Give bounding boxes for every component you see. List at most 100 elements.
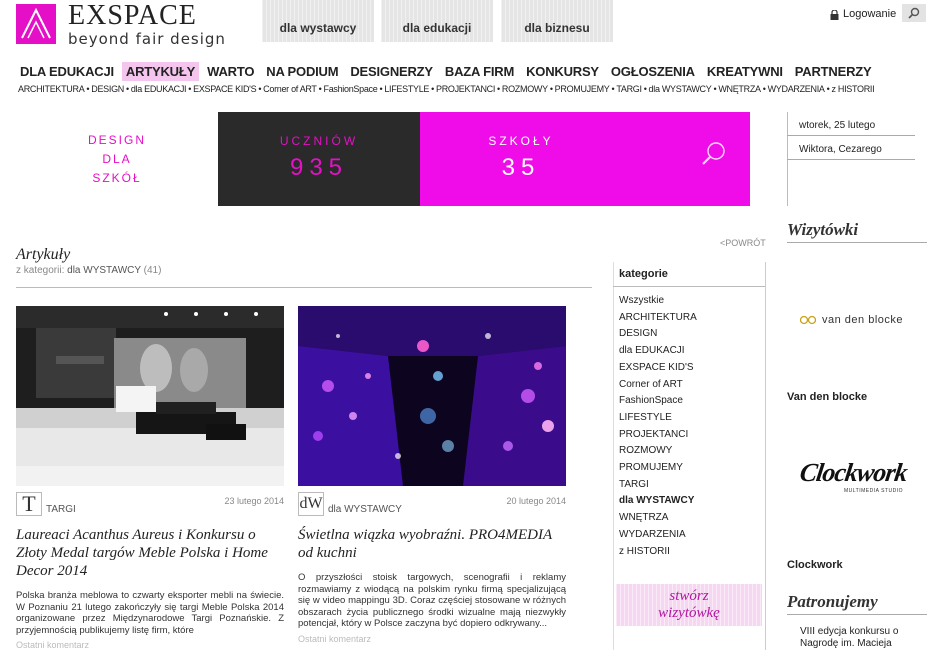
category-item[interactable]: Corner of ART: [619, 377, 759, 394]
top-tab-business[interactable]: dla biznesu: [501, 0, 613, 42]
nav-item-podium[interactable]: NA PODIUM: [262, 62, 342, 81]
subnav-item[interactable]: PROMUJEMY: [555, 84, 610, 94]
students-counter: UCZNIÓW 935: [218, 112, 420, 206]
article-card: dW dla WYSTAWCY 20 lutego 2014 Świetlna …: [298, 306, 566, 644]
brand-name: EXSPACE: [68, 0, 197, 31]
category-item[interactable]: dla WYSTAWCY: [619, 493, 759, 510]
main-nav: DLA EDUKACJI ARTYKUŁY WARTO NA PODIUM DE…: [16, 62, 879, 81]
business-cards-title: Wizytówki: [787, 220, 927, 243]
article-excerpt: O przyszłości stoisk targowych, scenogra…: [298, 572, 566, 629]
article-category[interactable]: dla WYSTAWCY: [328, 504, 402, 515]
article-comments[interactable]: Ostatni komentarz: [298, 634, 566, 644]
back-link[interactable]: <POWRÓT: [720, 238, 766, 248]
category-item[interactable]: dla EDUKACJI: [619, 343, 759, 360]
nav-item-articles[interactable]: ARTYKUŁY: [121, 62, 200, 81]
subnav-item[interactable]: PROJEKTANCI: [436, 84, 495, 94]
site-logo[interactable]: EXSPACE beyond fair design: [16, 0, 236, 48]
category-item[interactable]: z HISTORII: [619, 544, 759, 561]
design-for-schools-banner[interactable]: DESIGN DLA SZKÓŁ: [16, 112, 218, 206]
article-title[interactable]: Świetlna wiązka wyobraźni. PRO4MEDIA od …: [298, 526, 566, 562]
subnav-item[interactable]: WNĘTRZA: [718, 84, 761, 94]
magnifier-icon: [702, 142, 725, 165]
nav-item-companies[interactable]: BAZA FIRM: [441, 62, 518, 81]
nav-item-education[interactable]: DLA EDUKACJI: [16, 62, 118, 81]
category-filter-info: z kategorii: dla WYSTAWCY (41): [16, 265, 162, 276]
category-item[interactable]: WNĘTRZA: [619, 510, 759, 527]
article-comments[interactable]: Ostatni komentarz: [16, 640, 284, 650]
category-item[interactable]: PROMUJEMY: [619, 460, 759, 477]
subnav-item[interactable]: FashionSpace: [324, 84, 378, 94]
category-item[interactable]: LIFESTYLE: [619, 410, 759, 427]
subnav-item[interactable]: DESIGN: [91, 84, 124, 94]
category-item[interactable]: EXSPACE KID'S: [619, 360, 759, 377]
article-image[interactable]: [298, 306, 566, 486]
category-item[interactable]: FashionSpace: [619, 393, 759, 410]
nav-item-contests[interactable]: KONKURSY: [522, 62, 603, 81]
banner-line: SZKÓŁ: [92, 170, 142, 185]
students-value: 935: [289, 154, 349, 181]
clockwork-logo[interactable]: Clockwork MULTIMEDIA STUDIO: [798, 458, 910, 508]
category-icon: dW: [298, 492, 324, 516]
create-card-button[interactable]: stwórz wizytówkę: [616, 584, 762, 626]
subnav-item[interactable]: dla WYSTAWCY: [649, 84, 712, 94]
patrons-text[interactable]: VIII edycja konkursu o Nagrodę im. Macie…: [800, 626, 898, 650]
subnav-item[interactable]: z HISTORII: [831, 84, 874, 94]
categories-list: Wszystkie ARCHITEKTURA DESIGN dla EDUKACJI E…: [613, 287, 765, 566]
subnav-item[interactable]: Corner of ART: [263, 84, 317, 94]
article-image[interactable]: [16, 306, 284, 486]
article-date: 23 lutego 2014: [224, 496, 284, 506]
logo-mark-icon: [16, 4, 56, 44]
banner-search-panel[interactable]: [622, 112, 750, 206]
top-tab-education[interactable]: dla edukacji: [381, 0, 493, 42]
subnav-item[interactable]: TARGI: [616, 84, 642, 94]
subnav-item[interactable]: ROZMOWY: [502, 84, 548, 94]
company-name[interactable]: Van den blocke: [787, 391, 867, 403]
van-den-blocke-logo[interactable]: van den blocke: [800, 314, 903, 326]
category-item[interactable]: PROJEKTANCI: [619, 427, 759, 444]
company-name[interactable]: Clockwork: [787, 559, 843, 571]
nav-item-ads[interactable]: OGŁOSZENIA: [607, 62, 699, 81]
date-box: wtorek, 25 lutego Wiktora, Cezarego: [787, 112, 915, 160]
category-item[interactable]: WYDARZENIA: [619, 527, 759, 544]
current-date: wtorek, 25 lutego: [787, 112, 915, 136]
van-den-blocke-mark-icon: [800, 315, 816, 325]
nav-item-designers[interactable]: DESIGNERZY: [346, 62, 437, 81]
article-title[interactable]: Laureaci Acanthus Aureus i Konkursu o Zł…: [16, 526, 284, 580]
article-count: (41): [143, 265, 162, 276]
nav-item-worth[interactable]: WARTO: [203, 62, 258, 81]
categories-panel: kategorie Wszystkie ARCHITEKTURA DESIGN dla…: [613, 262, 765, 566]
schools-value: 35: [501, 154, 541, 181]
category-item[interactable]: DESIGN: [619, 326, 759, 343]
banner-line: DLA: [102, 151, 132, 166]
schools-counter: SZKOŁY 35: [420, 112, 622, 206]
subnav-item[interactable]: EXSPACE KID'S: [193, 84, 256, 94]
students-label: UCZNIÓW: [279, 134, 359, 148]
page-title: Artykuły: [16, 246, 71, 263]
search-icon: [908, 7, 920, 19]
category-item[interactable]: ROZMOWY: [619, 443, 759, 460]
categories-title: kategorie: [613, 262, 765, 287]
article-card: T TARGI 23 lutego 2014 Laureaci Acanthus…: [16, 306, 284, 650]
category-icon: T: [16, 492, 42, 516]
schools-label: SZKOŁY: [488, 134, 554, 148]
nav-item-creative[interactable]: KREATYWNI: [703, 62, 787, 81]
nav-item-partners[interactable]: PARTNERZY: [791, 62, 876, 81]
category-item[interactable]: Wszystkie: [619, 293, 759, 310]
search-button[interactable]: [902, 4, 926, 22]
login-label: Logowanie: [843, 8, 897, 20]
article-date: 20 lutego 2014: [506, 496, 566, 506]
lock-icon: [830, 8, 839, 20]
banner-line: DESIGN: [87, 132, 146, 147]
sub-nav: ARCHITEKTURA • DESIGN • dla EDUKACJI • EXSP…: [18, 84, 875, 94]
subnav-item[interactable]: WYDARZENIA: [768, 84, 825, 94]
login-link[interactable]: Logowanie: [830, 8, 896, 20]
category-item[interactable]: TARGI: [619, 477, 759, 494]
subnav-item[interactable]: ARCHITEKTURA: [18, 84, 85, 94]
category-item[interactable]: ARCHITEKTURA: [619, 310, 759, 327]
current-category: dla WYSTAWCY: [67, 265, 141, 276]
article-category[interactable]: TARGI: [46, 504, 76, 515]
article-excerpt: Polska branża meblowa to czwarty eksport…: [16, 590, 284, 636]
subnav-item[interactable]: dla EDUKACJI: [131, 84, 187, 94]
subnav-item[interactable]: LIFESTYLE: [384, 84, 429, 94]
top-tab-exhibitor[interactable]: dla wystawcy: [262, 0, 374, 42]
